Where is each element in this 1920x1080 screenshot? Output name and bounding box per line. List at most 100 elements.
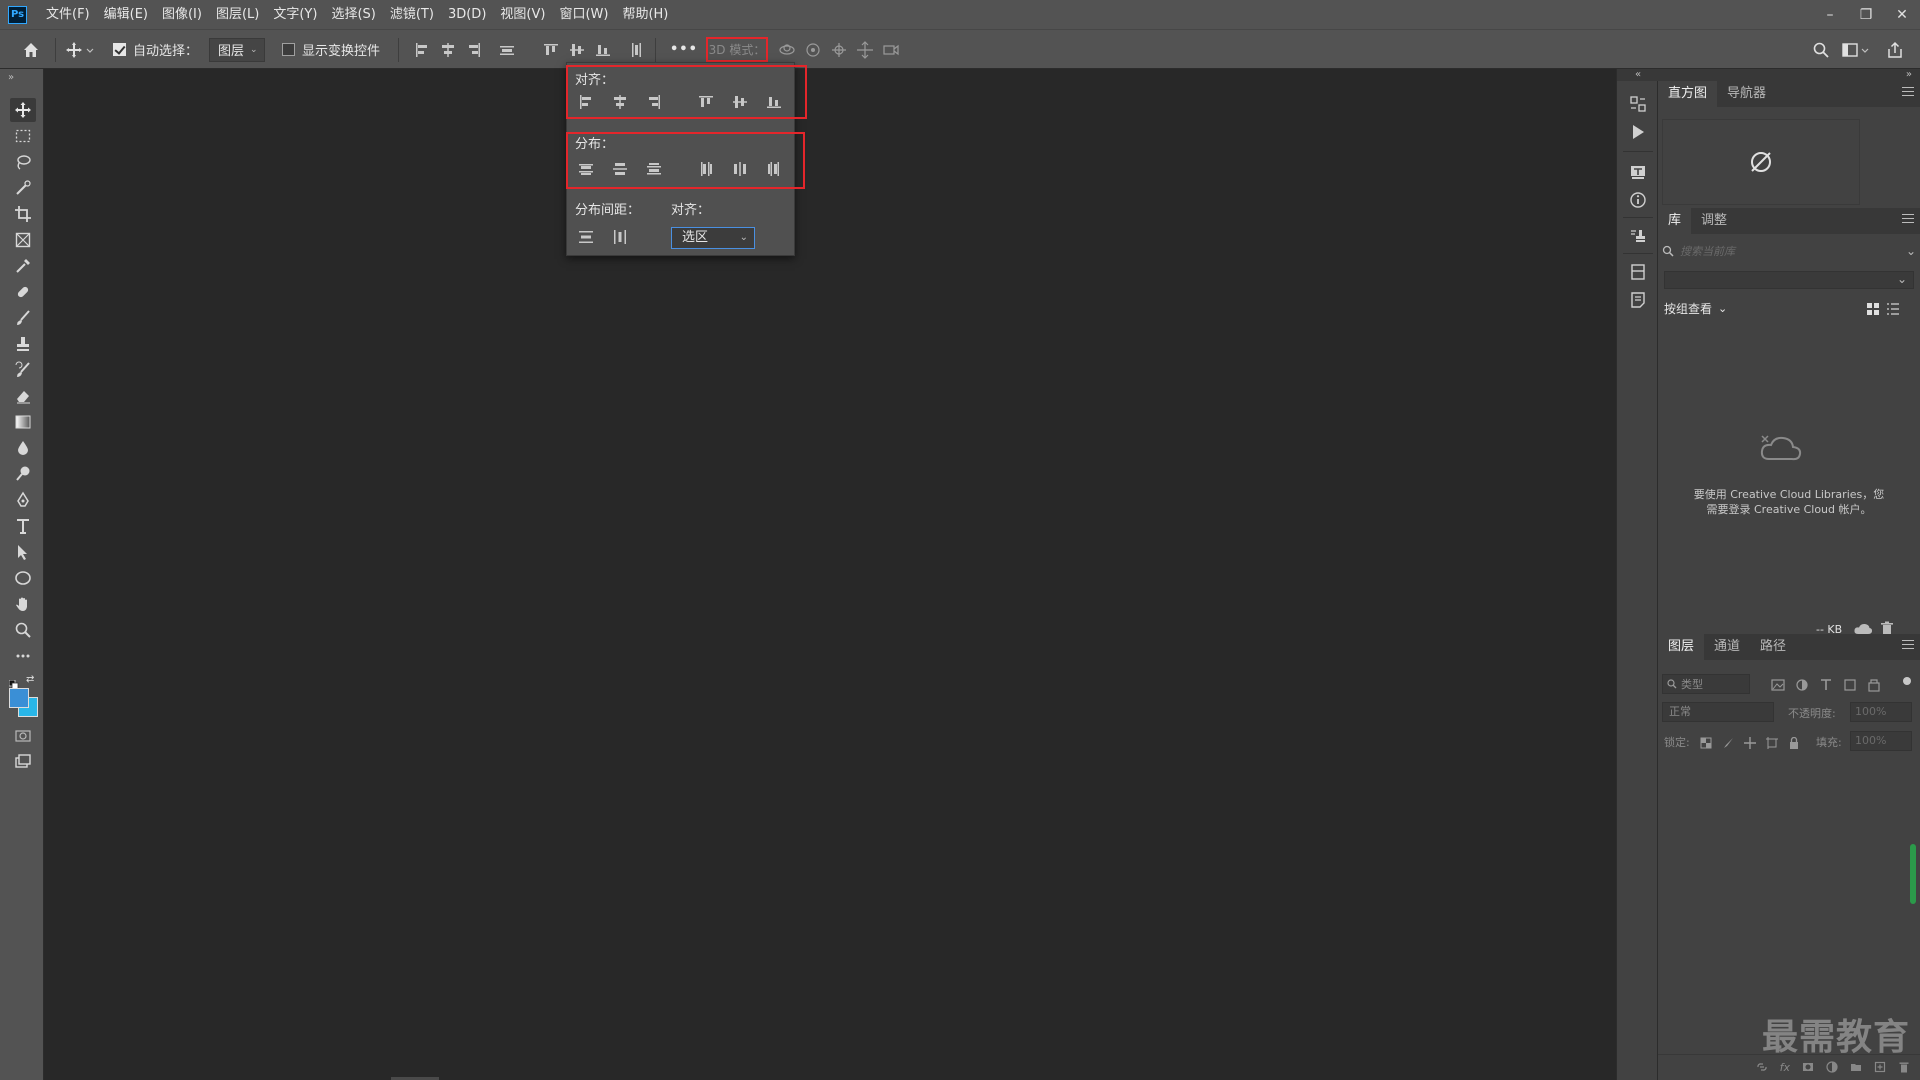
chevron-down-icon[interactable]: ⌄ [1906, 244, 1916, 258]
search-icon[interactable] [1812, 30, 1830, 69]
menu-3d[interactable]: 3D(D) [441, 0, 493, 29]
lock-artboard-icon[interactable] [1766, 734, 1778, 753]
share-icon[interactable] [1886, 30, 1904, 69]
tab-adjustments[interactable]: 调整 [1691, 208, 1737, 234]
distribute-horizontally-icon[interactable] [499, 30, 515, 69]
move-tool-icon[interactable] [10, 98, 36, 122]
menu-select[interactable]: 选择(S) [324, 0, 382, 29]
3d-roll-icon[interactable] [804, 30, 822, 69]
tab-layers[interactable]: 图层 [1658, 634, 1705, 660]
dodge-tool-icon[interactable] [10, 462, 36, 486]
blend-mode-dropdown[interactable]: 正常 [1662, 702, 1774, 722]
fill-input[interactable]: 100% [1850, 731, 1912, 751]
zoom-tool-icon[interactable] [10, 618, 36, 642]
panel-menu-icon[interactable] [1902, 640, 1914, 652]
default-colors-icon[interactable] [8, 675, 19, 690]
eraser-tool-icon[interactable] [10, 384, 36, 408]
clone-source-icon[interactable] [1627, 225, 1649, 247]
auto-select-target-dropdown[interactable]: 图层 ⌄ [209, 30, 265, 69]
character-icon[interactable] [1627, 161, 1649, 183]
screen-mode-icon[interactable] [10, 750, 36, 774]
filter-type-icon[interactable] [1819, 677, 1833, 696]
panel-menu-icon[interactable] [1902, 214, 1914, 226]
pen-tool-icon[interactable] [10, 488, 36, 512]
tab-histogram[interactable]: 直方图 [1658, 81, 1718, 107]
restore-button[interactable]: ❐ [1848, 0, 1884, 29]
layer-filter-dropdown[interactable]: 类型 [1662, 674, 1750, 694]
align-top-edges-icon[interactable] [543, 30, 559, 69]
add-mask-icon[interactable] [1802, 1058, 1814, 1077]
play-actions-icon[interactable] [1627, 121, 1649, 143]
tab-paths[interactable]: 路径 [1750, 634, 1796, 660]
expand-toolbar-icon[interactable]: » [8, 72, 14, 83]
collapse-panels-icon[interactable]: » [1658, 69, 1920, 81]
list-view-icon[interactable] [1886, 301, 1900, 320]
lasso-tool-icon[interactable] [10, 150, 36, 174]
panel-menu-icon[interactable] [1902, 87, 1914, 99]
move-tool-preset-icon[interactable] [65, 30, 95, 69]
lock-transparent-icon[interactable] [1700, 734, 1712, 753]
type-tool-icon[interactable] [10, 514, 36, 538]
opacity-input[interactable]: 100% [1850, 702, 1912, 722]
adjustment-layer-icon[interactable] [1826, 1058, 1838, 1077]
menu-view[interactable]: 视图(V) [493, 0, 552, 29]
panel-scrollbar[interactable] [1910, 844, 1916, 904]
crop-tool-icon[interactable] [10, 202, 36, 226]
workspace-icon[interactable] [1842, 30, 1872, 69]
tab-navigator[interactable]: 导航器 [1717, 81, 1776, 107]
align-to-dropdown[interactable]: 选区 ⌄ [671, 227, 755, 249]
layer-comps-icon[interactable] [1627, 261, 1649, 283]
history-brush-tool-icon[interactable] [10, 358, 36, 382]
distribute-vertical-spacing-icon[interactable] [577, 228, 595, 246]
show-transform-checkbox[interactable] [282, 30, 295, 69]
hand-tool-icon[interactable] [10, 592, 36, 616]
align-left-edges-icon[interactable] [414, 30, 430, 69]
lock-position-icon[interactable] [1744, 734, 1756, 753]
filter-adjustment-icon[interactable] [1795, 677, 1809, 696]
new-layer-icon[interactable] [1874, 1058, 1886, 1077]
tab-channels[interactable]: 通道 [1704, 634, 1750, 660]
ellipse-tool-icon[interactable] [10, 566, 36, 590]
notes-icon[interactable] [1627, 289, 1649, 311]
properties-icon[interactable] [1627, 93, 1649, 115]
fx-icon[interactable]: fx [1780, 1061, 1790, 1074]
menu-type[interactable]: 文字(Y) [266, 0, 324, 29]
healing-brush-tool-icon[interactable] [10, 280, 36, 304]
filter-shape-icon[interactable] [1843, 677, 1857, 696]
grid-view-icon[interactable] [1866, 301, 1880, 320]
quick-mask-icon[interactable] [10, 724, 36, 748]
quick-selection-tool-icon[interactable] [10, 176, 36, 200]
eyedropper-tool-icon[interactable] [10, 254, 36, 278]
filter-pixel-icon[interactable] [1771, 677, 1785, 696]
home-icon[interactable] [22, 30, 40, 69]
align-horizontal-centers-icon[interactable] [440, 30, 456, 69]
lock-image-icon[interactable] [1722, 734, 1734, 753]
menu-image[interactable]: 图像(I) [155, 0, 209, 29]
menu-edit[interactable]: 编辑(E) [97, 0, 155, 29]
link-layers-icon[interactable] [1756, 1058, 1768, 1077]
blur-tool-icon[interactable] [10, 436, 36, 460]
align-right-edges-icon[interactable] [466, 30, 482, 69]
tab-libraries[interactable]: 库 [1658, 208, 1692, 234]
menu-file[interactable]: 文件(F) [39, 0, 97, 29]
menu-help[interactable]: 帮助(H) [615, 0, 675, 29]
menu-filter[interactable]: 滤镜(T) [383, 0, 441, 29]
delete-layer-icon[interactable] [1898, 1058, 1910, 1077]
brush-tool-icon[interactable] [10, 306, 36, 330]
3d-pan-icon[interactable] [830, 30, 848, 69]
filter-toggle-icon[interactable] [1903, 677, 1911, 685]
collapse-dock-icon[interactable]: « [1617, 69, 1659, 81]
close-button[interactable]: ✕ [1884, 0, 1920, 29]
info-icon[interactable] [1627, 189, 1649, 211]
more-tools-icon[interactable] [10, 644, 36, 668]
library-search[interactable]: 搜索当前库 ⌄ [1662, 241, 1916, 261]
frame-tool-icon[interactable] [10, 228, 36, 252]
gradient-tool-icon[interactable] [10, 410, 36, 434]
distribute-horizontal-spacing-icon[interactable] [611, 228, 629, 246]
3d-slide-icon[interactable] [856, 30, 874, 69]
lock-all-icon[interactable] [1788, 734, 1800, 753]
menu-layer[interactable]: 图层(L) [209, 0, 266, 29]
auto-select-checkbox[interactable] [113, 30, 126, 69]
marquee-tool-icon[interactable] [10, 124, 36, 148]
auto-select-check[interactable] [113, 43, 126, 56]
